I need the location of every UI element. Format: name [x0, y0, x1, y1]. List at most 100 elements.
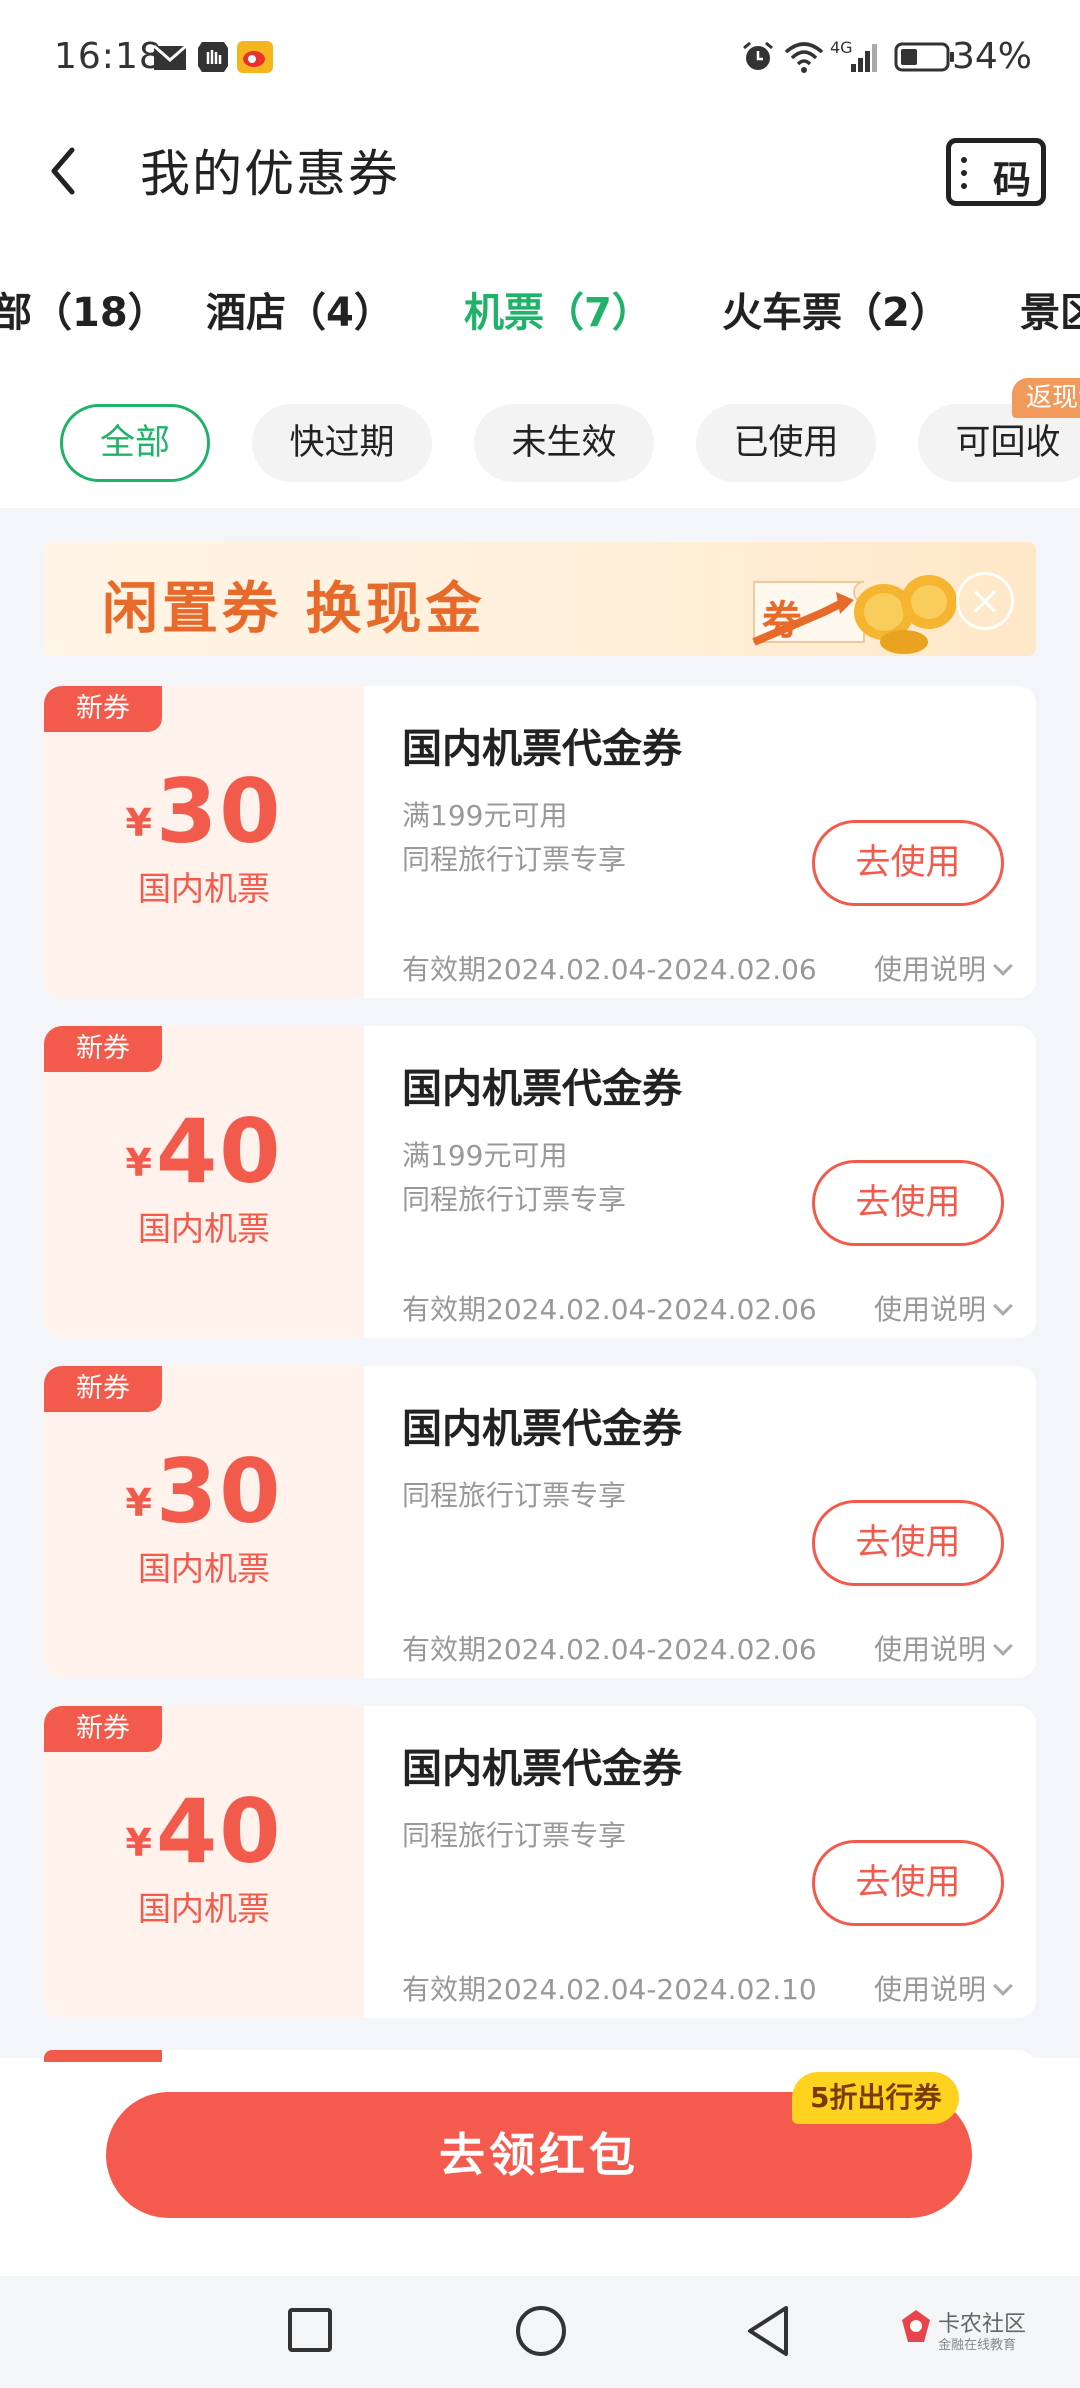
- coupon-validity: 有效期2024.02.04-2024.02.10: [402, 1973, 817, 2006]
- currency-symbol: ¥: [125, 1141, 152, 1185]
- coupon-title: 国内机票代金券: [402, 726, 682, 772]
- chevron-down-icon: [993, 1296, 1013, 1316]
- use-coupon-button[interactable]: 去使用: [812, 1840, 1004, 1926]
- coupon-card: 新券 ¥30 国内机票 国内机票代金券 同程旅行订票专享 去使用 有效期2024…: [44, 1366, 1036, 1678]
- usage-instructions-toggle[interactable]: 使用说明: [873, 948, 1013, 988]
- coupon-validity: 有效期2024.02.04-2024.02.06: [402, 953, 817, 986]
- coupon-note: 同程旅行订票专享: [402, 843, 627, 876]
- next-coupon-peek: [44, 2050, 1036, 2070]
- coupon-title: 国内机票代金券: [402, 1746, 682, 1792]
- category-tabs: 部（18） 酒店（4） 机票（7） 火车票（2） 景区: [0, 268, 1080, 348]
- code-button-label: 码: [992, 158, 1031, 202]
- battery-icon: [894, 42, 954, 72]
- chip-all[interactable]: 全部: [60, 404, 210, 482]
- chip-used[interactable]: 已使用: [696, 404, 876, 482]
- signal-icon: [851, 44, 877, 72]
- home-icon[interactable]: [516, 2306, 566, 2356]
- recycle-cash-badge: 返现金: [1012, 378, 1080, 418]
- next-coupon-badge-peek: [44, 2050, 162, 2062]
- new-coupon-badge: 新券: [44, 1366, 162, 1412]
- banner-close-icon[interactable]: [956, 572, 1014, 630]
- system-nav-bar: 卡农社区 金融在线教育: [0, 2276, 1080, 2388]
- back-arrow-icon[interactable]: [36, 136, 96, 206]
- status-bar: 16:18 4G 34%: [0, 0, 1080, 116]
- status-time: 16:18: [54, 36, 163, 77]
- ticket-perforation-icon: [961, 157, 969, 189]
- coupon-card: 新券 ¥40 国内机票 国内机票代金券 同程旅行订票专享 去使用 有效期2024…: [44, 1706, 1036, 2018]
- coupon-card: 新券 ¥40 国内机票 国内机票代金券 满199元可用 同程旅行订票专享 去使用…: [44, 1026, 1036, 1338]
- wifi-icon: [784, 42, 824, 73]
- mail-icon: [153, 44, 187, 70]
- new-coupon-badge: 新券: [44, 1706, 162, 1752]
- coupon-type: 国内机票: [138, 1209, 270, 1248]
- coupon-type: 国内机票: [138, 1549, 270, 1588]
- use-coupon-button[interactable]: 去使用: [812, 820, 1004, 906]
- coupon-amount: ¥30: [44, 1440, 364, 1543]
- watermark-logo: 卡农社区 金融在线教育: [898, 2306, 1068, 2366]
- back-triangle-icon[interactable]: [744, 2304, 792, 2358]
- chevron-down-icon: [993, 956, 1013, 976]
- watermark-icon: [902, 2310, 930, 2342]
- amount-value: 30: [155, 760, 283, 863]
- coupon-title: 国内机票代金券: [402, 1066, 682, 1112]
- coupon-note: 同程旅行订票专享: [402, 1479, 627, 1512]
- recent-apps-icon[interactable]: [288, 2308, 332, 2352]
- usage-instructions-toggle[interactable]: 使用说明: [873, 1288, 1013, 1328]
- header: 我的优惠券 码: [0, 116, 1080, 226]
- coupon-condition: 满199元可用: [402, 799, 568, 832]
- coupon-amount: ¥40: [44, 1100, 364, 1203]
- new-coupon-badge: 新券: [44, 686, 162, 732]
- filter-chips: 全部 快过期 未生效 已使用 可回收: [0, 402, 1080, 482]
- coupon-amount: ¥40: [44, 1780, 364, 1883]
- new-coupon-badge: 新券: [44, 1026, 162, 1072]
- amount-value: 40: [155, 1100, 283, 1203]
- hand-icon: [198, 42, 228, 72]
- recycle-banner[interactable]: 闲置券 换现金 券: [44, 542, 1036, 656]
- tab-hotel[interactable]: 酒店（4）: [206, 280, 394, 338]
- banner-coupon-label: 券: [762, 598, 802, 644]
- coupon-code-button[interactable]: 码: [946, 138, 1046, 206]
- usage-instructions-toggle[interactable]: 使用说明: [873, 1968, 1013, 2008]
- amount-value: 30: [155, 1440, 283, 1543]
- coupon-note: 同程旅行订票专享: [402, 1183, 627, 1216]
- currency-symbol: ¥: [125, 1821, 152, 1865]
- coupon-list-area: 闲置券 换现金 券 新券 ¥30 国内机票 国内机票代金券 满199元可用 同程…: [0, 508, 1080, 2058]
- page-title: 我的优惠券: [140, 145, 400, 203]
- coupon-card: 新券 ¥30 国内机票 国内机票代金券 满199元可用 同程旅行订票专享 去使用…: [44, 686, 1036, 998]
- currency-symbol: ¥: [125, 801, 152, 845]
- coupon-amount-panel: 新券 ¥30 国内机票: [44, 686, 364, 998]
- amount-value: 40: [155, 1780, 283, 1883]
- coupon-type: 国内机票: [138, 869, 270, 908]
- coupon-amount-panel: 新券 ¥40 国内机票: [44, 1706, 364, 2018]
- use-coupon-button[interactable]: 去使用: [812, 1500, 1004, 1586]
- tab-scenic[interactable]: 景区: [1020, 280, 1080, 338]
- chip-expiring[interactable]: 快过期: [252, 404, 432, 482]
- instructions-label: 使用说明: [873, 1973, 986, 2006]
- discount-travel-badge: 5折出行券: [792, 2072, 960, 2124]
- coupon-note: 同程旅行订票专享: [402, 1819, 627, 1852]
- coupon-validity: 有效期2024.02.04-2024.02.06: [402, 1293, 817, 1326]
- banner-text: 闲置券 换现金: [102, 577, 486, 642]
- coupon-validity: 有效期2024.02.04-2024.02.06: [402, 1633, 817, 1666]
- battery-percent: 34%: [951, 36, 1032, 77]
- tab-all[interactable]: 部（18）: [0, 280, 168, 338]
- instructions-label: 使用说明: [873, 1633, 986, 1666]
- coupon-title: 国内机票代金券: [402, 1406, 682, 1452]
- watermark-subtitle: 金融在线教育: [938, 2338, 1017, 2353]
- usage-instructions-toggle[interactable]: 使用说明: [873, 1628, 1013, 1668]
- coupon-amount-panel: 新券 ¥30 国内机票: [44, 1366, 364, 1678]
- chevron-down-icon: [993, 1636, 1013, 1656]
- instructions-label: 使用说明: [873, 953, 986, 986]
- tab-flight[interactable]: 机票（7）: [464, 280, 652, 338]
- coupon-condition: 满199元可用: [402, 1139, 568, 1172]
- alarm-icon: [743, 41, 773, 70]
- tab-train[interactable]: 火车票（2）: [722, 280, 950, 338]
- instructions-label: 使用说明: [873, 1293, 986, 1326]
- chip-not-effective[interactable]: 未生效: [474, 404, 654, 482]
- bottom-cta-bar: 去领红包 5折出行券: [0, 2050, 1080, 2276]
- coupon-type: 国内机票: [138, 1889, 270, 1928]
- use-coupon-button[interactable]: 去使用: [812, 1160, 1004, 1246]
- weibo-app-icon: [237, 41, 273, 73]
- coupon-amount: ¥30: [44, 760, 364, 863]
- chevron-down-icon: [993, 1976, 1013, 1996]
